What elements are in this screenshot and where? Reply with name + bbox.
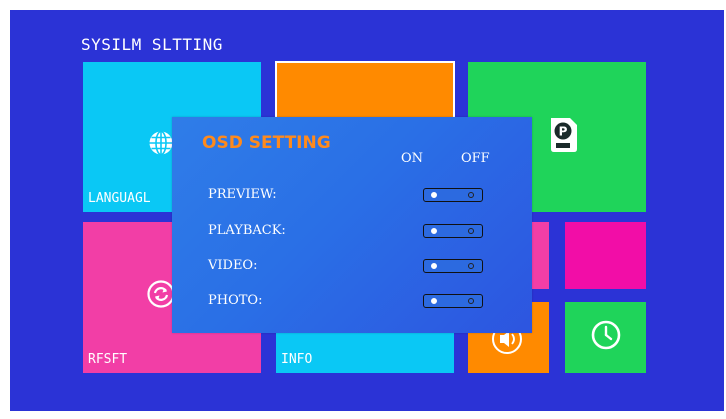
toggle-off-dot — [468, 191, 474, 198]
video-toggle[interactable] — [423, 259, 483, 273]
option-row-photo: PHOTO: — [208, 291, 498, 311]
globe-icon — [148, 130, 174, 160]
option-row-preview: PREVIEW: — [208, 185, 498, 205]
photo-toggle[interactable] — [423, 294, 483, 308]
osd-title: OSD SETTING — [202, 133, 331, 153]
hdd-icon: P — [548, 116, 580, 158]
option-row-video: VIDEO: — [208, 256, 498, 276]
screen-title: SYSILM SLTTING — [81, 35, 223, 54]
preview-toggle[interactable] — [423, 188, 483, 202]
toggle-on-dot — [431, 191, 437, 198]
option-label: PLAYBACK: — [208, 223, 286, 238]
tile-reset-label: RFSFT — [88, 352, 128, 367]
playback-toggle[interactable] — [423, 224, 483, 238]
refresh-icon — [147, 280, 175, 312]
option-label: VIDEO: — [208, 258, 258, 273]
toggle-on-dot — [431, 262, 437, 269]
toggle-on-dot — [431, 227, 437, 234]
toggle-off-dot — [468, 297, 474, 304]
tile-info-label: INFO — [281, 352, 313, 367]
toggle-off-dot — [468, 262, 474, 269]
option-row-playback: PLAYBACK: — [208, 221, 498, 241]
tile-magenta[interactable] — [565, 222, 646, 289]
system-setting-screen: SYSILM SLTTING LANGUAGL P RFSFT INFO OSD… — [10, 10, 724, 411]
off-column-header: OFF — [461, 151, 490, 166]
option-label: PREVIEW: — [208, 187, 277, 202]
svg-text:P: P — [559, 125, 568, 139]
tile-language-label: LANGUAGL — [88, 191, 151, 206]
toggle-off-dot — [468, 227, 474, 234]
clock-icon — [591, 320, 621, 354]
osd-setting-dialog: OSD SETTING ON OFF PREVIEW: PLAYBACK: VI… — [172, 117, 532, 333]
option-label: PHOTO: — [208, 293, 263, 308]
toggle-on-dot — [431, 297, 437, 304]
tile-time[interactable] — [565, 302, 646, 373]
on-column-header: ON — [401, 151, 424, 166]
